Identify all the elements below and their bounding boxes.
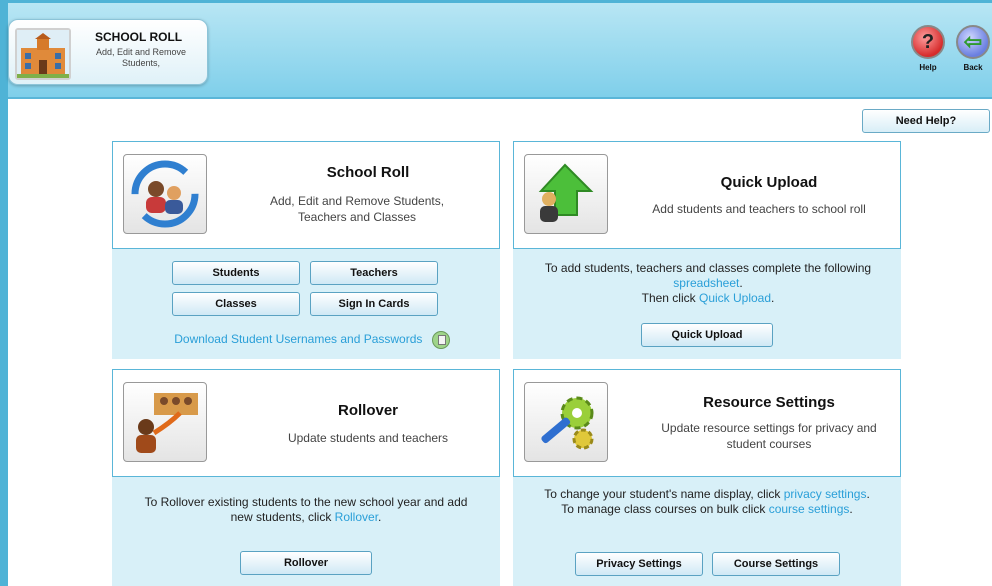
resource-settings-title: Resource Settings <box>703 394 835 411</box>
school-building-icon <box>15 28 71 80</box>
sign-in-cards-button[interactable]: Sign In Cards <box>310 292 438 316</box>
quick-upload-description: Add students and teachers to school roll <box>652 202 866 216</box>
rollover-header: Rollover Update students and teachers <box>112 369 500 477</box>
resource-settings-description: Update resource settings for privacy and… <box>661 421 877 451</box>
rollover-actions: To Rollover existing students to the new… <box>112 477 500 586</box>
teachers-button[interactable]: Teachers <box>310 261 438 285</box>
quick-upload-link[interactable]: Quick Upload <box>699 291 771 305</box>
page-title: SCHOOL ROLL <box>95 30 183 44</box>
resource-settings-actions: To change your student's name display, c… <box>513 477 901 586</box>
back-button[interactable]: ⇦ Back <box>953 25 992 77</box>
download-credentials-link[interactable]: Download Student Usernames and Passwords <box>174 332 422 346</box>
school-roll-actions: Students Teachers Classes Sign In Cards … <box>112 249 500 359</box>
rollover-description: Update students and teachers <box>287 431 449 445</box>
download-icon[interactable] <box>431 331 450 349</box>
school-roll-description: Add, Edit and Remove Students, Teachers … <box>269 194 445 224</box>
resource-settings-instructions: To change your student's name display, c… <box>544 487 870 516</box>
rollover-class-icon <box>123 382 207 462</box>
download-row: Download Student Usernames and Passwords <box>152 331 472 349</box>
header-bar: SCHOOL ROLL Add, Edit and Remove Student… <box>8 3 992 99</box>
gears-wrench-icon <box>524 382 608 462</box>
classes-button[interactable]: Classes <box>172 292 300 316</box>
quick-upload-title: Quick Upload <box>720 174 818 191</box>
school-roll-title: School Roll <box>326 164 410 181</box>
upload-arrow-icon <box>524 154 608 234</box>
title-card: SCHOOL ROLL Add, Edit and Remove Student… <box>8 19 208 85</box>
spreadsheet-link[interactable]: spreadsheet <box>673 276 739 290</box>
students-button[interactable]: Students <box>172 261 300 285</box>
help-button[interactable]: ? Help <box>908 25 948 77</box>
rollover-link[interactable]: Rollover <box>335 510 378 524</box>
privacy-settings-button[interactable]: Privacy Settings <box>575 552 703 576</box>
quick-upload-instructions: To add students, teachers and classes co… <box>544 261 872 305</box>
question-icon: ? <box>911 25 945 59</box>
quick-upload-actions: To add students, teachers and classes co… <box>513 249 901 359</box>
need-help-button[interactable]: Need Help? <box>862 109 990 133</box>
school-roll-header: School Roll Add, Edit and Remove Student… <box>112 141 500 249</box>
rollover-instructions: To Rollover existing students to the new… <box>144 495 468 524</box>
privacy-settings-link[interactable]: privacy settings <box>784 487 867 501</box>
quick-upload-button[interactable]: Quick Upload <box>641 323 773 347</box>
quick-upload-header: Quick Upload Add students and teachers t… <box>513 141 901 249</box>
page-subtitle: Add, Edit and Remove Students, <box>95 47 187 68</box>
rollover-title: Rollover <box>337 402 398 419</box>
help-label: Help <box>919 63 937 72</box>
people-cycle-icon <box>123 154 207 234</box>
rollover-button[interactable]: Rollover <box>240 551 372 575</box>
back-label: Back <box>963 63 983 72</box>
course-settings-button[interactable]: Course Settings <box>712 552 840 576</box>
course-settings-link[interactable]: course settings <box>769 502 850 516</box>
resource-settings-header: Resource Settings Update resource settin… <box>513 369 901 477</box>
back-arrow-icon: ⇦ <box>956 25 990 59</box>
